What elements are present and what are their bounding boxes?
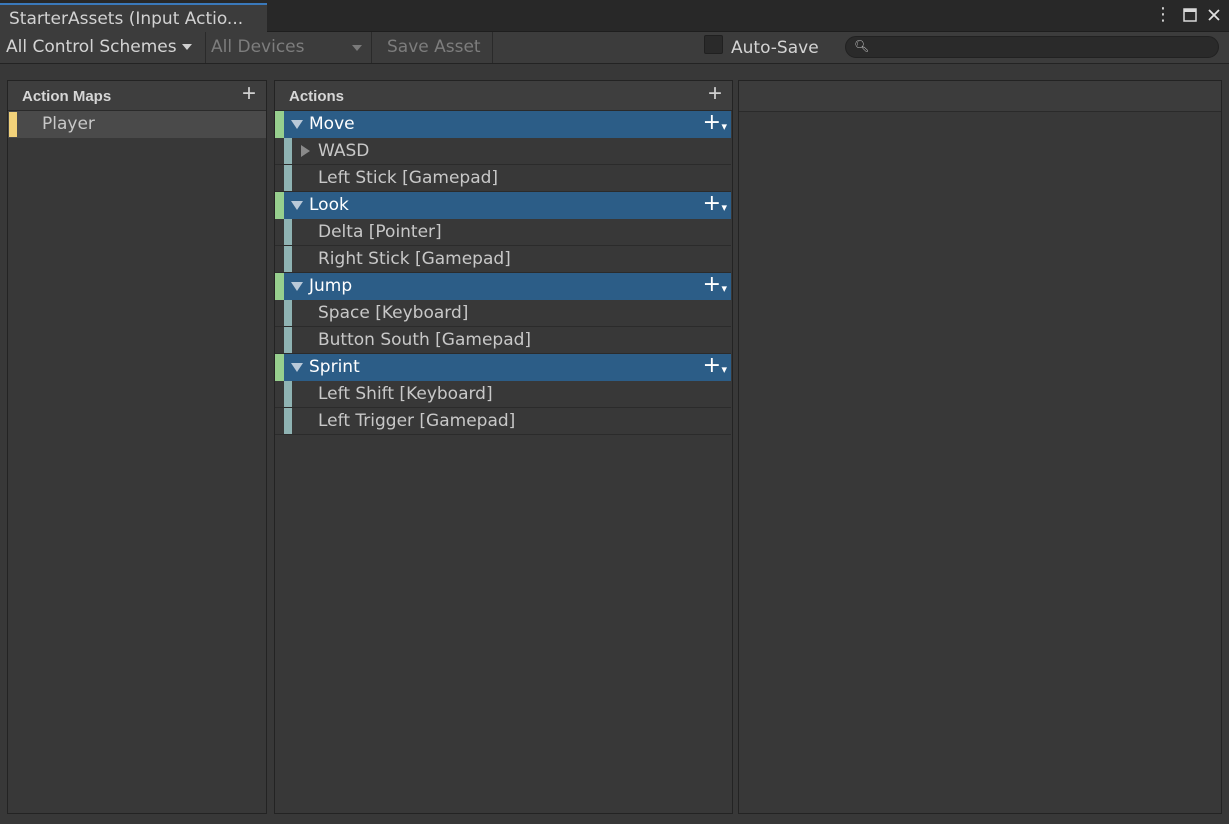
close-icon[interactable] bbox=[1204, 5, 1224, 25]
expand-triangle-icon[interactable] bbox=[291, 120, 303, 129]
binding-row[interactable]: Button South [Gamepad] bbox=[275, 327, 731, 354]
actions-panel: Actions + Move + ▾ WASD Left Stick [Gamep… bbox=[274, 80, 733, 814]
devices-dropdown[interactable]: All Devices bbox=[211, 32, 371, 63]
auto-save-label: Auto-Save bbox=[731, 38, 819, 58]
expand-triangle-icon[interactable] bbox=[291, 282, 303, 291]
action-row-look[interactable]: Look + ▾ bbox=[275, 191, 731, 219]
binding-label: Delta [Pointer] bbox=[318, 222, 442, 242]
binding-row[interactable]: Left Trigger [Gamepad] bbox=[275, 408, 731, 435]
add-action-button[interactable]: + bbox=[708, 82, 722, 106]
toolbar-divider bbox=[492, 32, 493, 63]
binding-label: Button South [Gamepad] bbox=[318, 330, 532, 350]
binding-row[interactable]: Left Stick [Gamepad] bbox=[275, 165, 731, 192]
binding-row[interactable]: Right Stick [Gamepad] bbox=[275, 246, 731, 273]
toolbar: All Control Schemes All Devices Save Ass… bbox=[0, 32, 1229, 64]
add-binding-button[interactable]: + ▾ bbox=[703, 110, 727, 135]
devices-label: All Devices bbox=[211, 37, 305, 57]
actions-header: Actions + bbox=[275, 81, 732, 111]
binding-marker bbox=[284, 300, 292, 326]
auto-save-checkbox[interactable] bbox=[704, 35, 723, 54]
binding-row[interactable]: WASD bbox=[275, 138, 731, 165]
binding-label: Space [Keyboard] bbox=[318, 303, 469, 323]
binding-label: Left Shift [Keyboard] bbox=[318, 384, 493, 404]
binding-row[interactable]: Delta [Pointer] bbox=[275, 219, 731, 246]
action-label: Jump bbox=[309, 276, 353, 296]
binding-marker bbox=[284, 165, 292, 191]
chevron-down-icon bbox=[181, 44, 192, 50]
binding-label: WASD bbox=[318, 141, 370, 161]
binding-marker bbox=[284, 408, 292, 434]
action-map-marker bbox=[9, 112, 17, 137]
action-row-move[interactable]: Move + ▾ bbox=[275, 110, 731, 138]
add-binding-button[interactable]: + ▾ bbox=[703, 353, 727, 378]
properties-header bbox=[739, 81, 1221, 112]
window-bottom-edge bbox=[0, 814, 1229, 824]
binding-marker bbox=[284, 219, 292, 245]
toolbar-divider bbox=[205, 32, 206, 63]
more-vertical-icon[interactable]: ⋮ bbox=[1153, 5, 1173, 25]
action-marker bbox=[275, 354, 284, 381]
binding-row[interactable]: Space [Keyboard] bbox=[275, 300, 731, 327]
window-tab[interactable]: StarterAssets (Input Actio... bbox=[0, 3, 267, 32]
chevron-down-icon bbox=[352, 45, 362, 51]
save-asset-button[interactable]: Save Asset bbox=[387, 32, 481, 63]
properties-panel bbox=[738, 80, 1222, 814]
action-maps-header: Action Maps + bbox=[8, 81, 266, 111]
binding-label: Left Stick [Gamepad] bbox=[318, 168, 499, 188]
binding-marker bbox=[284, 381, 292, 407]
action-marker bbox=[275, 192, 284, 219]
actions-title: Actions bbox=[289, 88, 345, 105]
search-icon: 🔍︎ bbox=[854, 39, 870, 53]
collapse-triangle-icon[interactable] bbox=[301, 145, 310, 157]
maximize-icon[interactable] bbox=[1180, 5, 1200, 25]
action-label: Move bbox=[309, 114, 355, 134]
action-maps-panel: Action Maps + Player bbox=[7, 80, 267, 814]
binding-marker bbox=[284, 138, 292, 164]
binding-label: Right Stick [Gamepad] bbox=[318, 249, 511, 269]
action-maps-title: Action Maps bbox=[22, 88, 112, 105]
control-schemes-label: All Control Schemes bbox=[6, 37, 177, 57]
control-schemes-dropdown[interactable]: All Control Schemes bbox=[6, 32, 192, 63]
action-label: Sprint bbox=[309, 357, 360, 377]
add-action-map-button[interactable]: + bbox=[242, 82, 256, 106]
add-binding-button[interactable]: + ▾ bbox=[703, 191, 727, 216]
action-map-label: Player bbox=[42, 114, 95, 134]
toolbar-divider bbox=[371, 32, 372, 63]
binding-marker bbox=[284, 246, 292, 272]
action-label: Look bbox=[309, 195, 349, 215]
window-titlebar: StarterAssets (Input Actio... ⋮ bbox=[0, 0, 1229, 32]
action-row-sprint[interactable]: Sprint + ▾ bbox=[275, 353, 731, 381]
binding-marker bbox=[284, 327, 292, 353]
action-row-jump[interactable]: Jump + ▾ bbox=[275, 272, 731, 300]
expand-triangle-icon[interactable] bbox=[291, 201, 303, 210]
action-map-item-player[interactable]: Player bbox=[8, 111, 266, 138]
binding-row[interactable]: Left Shift [Keyboard] bbox=[275, 381, 731, 408]
add-binding-button[interactable]: + ▾ bbox=[703, 272, 727, 297]
binding-label: Left Trigger [Gamepad] bbox=[318, 411, 516, 431]
search-input[interactable]: 🔍︎ bbox=[845, 36, 1219, 58]
action-marker bbox=[275, 273, 284, 300]
action-marker bbox=[275, 111, 284, 138]
expand-triangle-icon[interactable] bbox=[291, 363, 303, 372]
